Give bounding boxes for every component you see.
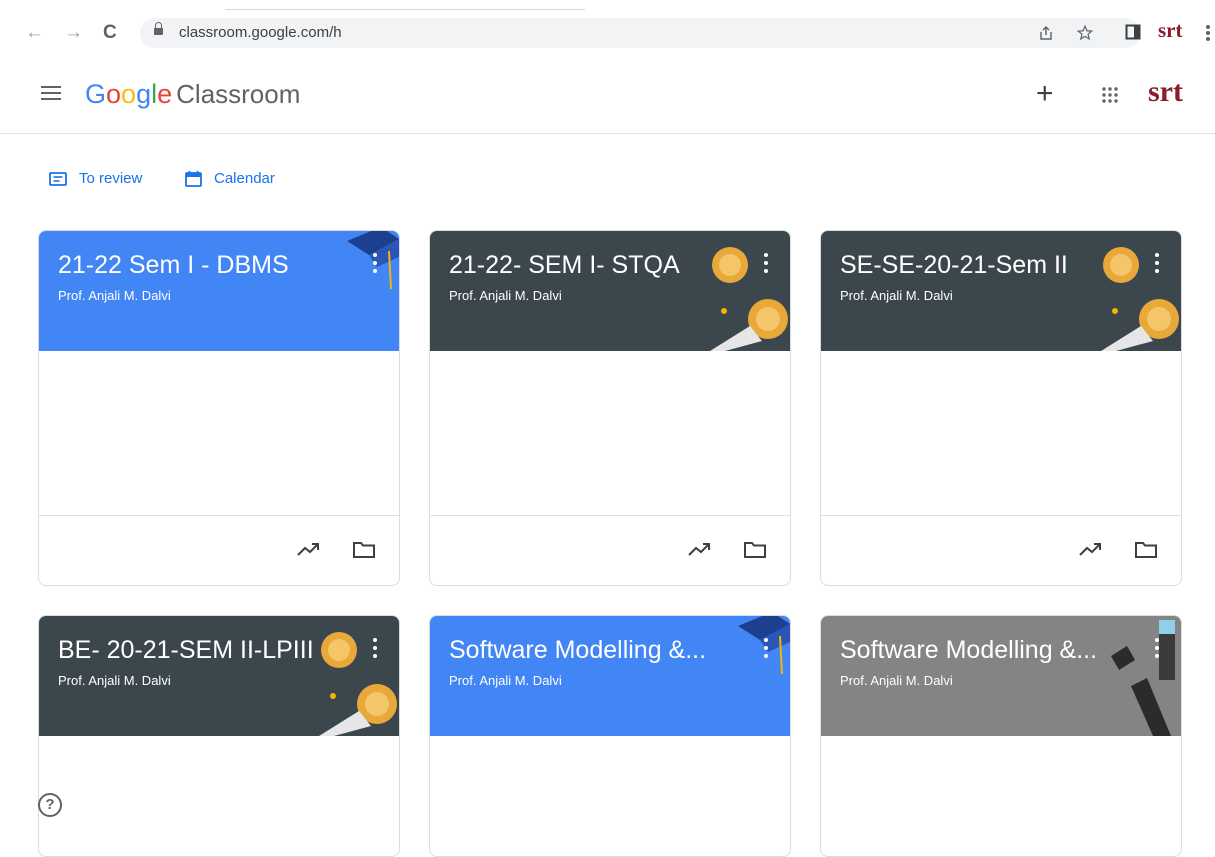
card-footer [39, 515, 399, 585]
trending-up-icon[interactable] [296, 541, 322, 557]
class-banner[interactable]: 21-22 Sem I - DBMS Prof. Anjali M. Dalvi [39, 231, 399, 351]
add-class-icon[interactable]: + [1036, 78, 1054, 110]
more-options-icon[interactable] [1155, 638, 1159, 658]
class-card[interactable]: 21-22- SEM I- STQA Prof. Anjali M. Dalvi [429, 230, 791, 586]
to-review-icon [49, 171, 67, 186]
folder-icon[interactable] [1135, 542, 1157, 558]
class-banner[interactable]: 21-22- SEM I- STQA Prof. Anjali M. Dalvi [430, 231, 790, 351]
calendar-icon [185, 170, 202, 187]
markers-illustration [1111, 620, 1175, 736]
side-panel-icon[interactable] [1125, 24, 1141, 40]
to-review-link[interactable]: To review [49, 170, 142, 187]
class-teacher: Prof. Anjali M. Dalvi [58, 673, 171, 688]
to-review-label: To review [79, 170, 143, 187]
apps-grid-icon[interactable] [1101, 86, 1119, 104]
address-bar[interactable]: classroom.google.com/h [140, 18, 1140, 48]
class-title[interactable]: Software Modelling &... [840, 636, 1097, 665]
share-icon[interactable] [1038, 25, 1054, 41]
trending-up-icon[interactable] [1078, 541, 1104, 557]
class-banner[interactable]: BE- 20-21-SEM II-LPIII Prof. Anjali M. D… [39, 616, 399, 736]
class-title[interactable]: 21-22 Sem I - DBMS [58, 251, 289, 280]
browser-toolbar: ← → C classroom.google.com/h srt [0, 0, 1215, 57]
class-teacher: Prof. Anjali M. Dalvi [449, 288, 562, 303]
bookmark-star-icon[interactable] [1076, 24, 1094, 42]
class-banner[interactable]: Software Modelling &... Prof. Anjali M. … [821, 616, 1181, 736]
reload-icon[interactable]: C [103, 23, 117, 43]
browser-menu-icon[interactable] [1205, 24, 1211, 42]
product-name: Classroom [176, 79, 301, 109]
class-card[interactable]: Software Modelling &... Prof. Anjali M. … [429, 615, 791, 857]
class-card[interactable]: BE- 20-21-SEM II-LPIII Prof. Anjali M. D… [38, 615, 400, 857]
calendar-link[interactable]: Calendar [185, 170, 275, 187]
graduation-cap-illustration [738, 616, 790, 675]
class-teacher: Prof. Anjali M. Dalvi [840, 673, 953, 688]
card-footer [430, 515, 790, 585]
more-options-icon[interactable] [373, 253, 377, 273]
trophy-illustration [1101, 247, 1179, 351]
account-avatar[interactable]: srt [1148, 74, 1183, 110]
class-teacher: Prof. Anjali M. Dalvi [840, 288, 953, 303]
class-title[interactable]: SE-SE-20-21-Sem II [840, 251, 1068, 280]
folder-icon[interactable] [353, 542, 375, 558]
class-title[interactable]: 21-22- SEM I- STQA [449, 251, 680, 280]
help-icon[interactable]: ? [38, 793, 62, 817]
more-options-icon[interactable] [764, 253, 768, 273]
back-icon[interactable]: ← [25, 23, 44, 43]
google-classroom-logo[interactable]: Google Classroom [85, 78, 300, 110]
class-title[interactable]: Software Modelling &... [449, 636, 706, 665]
calendar-label: Calendar [214, 170, 275, 187]
folder-icon[interactable] [744, 542, 766, 558]
more-options-icon[interactable] [373, 638, 377, 658]
class-teacher: Prof. Anjali M. Dalvi [449, 673, 562, 688]
more-options-icon[interactable] [1155, 253, 1159, 273]
class-card[interactable]: Software Modelling &... Prof. Anjali M. … [820, 615, 1182, 857]
trophy-illustration [319, 632, 397, 736]
class-title[interactable]: BE- 20-21-SEM II-LPIII [58, 636, 314, 665]
forward-icon[interactable]: → [64, 23, 83, 43]
trophy-illustration [710, 247, 788, 351]
graduation-cap-illustration [347, 231, 399, 290]
browser-tab-strip [225, 0, 585, 10]
class-card[interactable]: 21-22 Sem I - DBMS Prof. Anjali M. Dalvi [38, 230, 400, 586]
lock-icon [154, 22, 163, 37]
main-menu-icon[interactable] [41, 86, 61, 101]
class-teacher: Prof. Anjali M. Dalvi [58, 288, 171, 303]
card-footer [821, 515, 1181, 585]
class-banner[interactable]: SE-SE-20-21-Sem II Prof. Anjali M. Dalvi [821, 231, 1181, 351]
more-options-icon[interactable] [764, 638, 768, 658]
trending-up-icon[interactable] [687, 541, 713, 557]
profile-avatar[interactable]: srt [1158, 20, 1183, 41]
class-banner[interactable]: Software Modelling &... Prof. Anjali M. … [430, 616, 790, 736]
url-text[interactable]: classroom.google.com/h [179, 24, 342, 41]
class-card[interactable]: SE-SE-20-21-Sem II Prof. Anjali M. Dalvi [820, 230, 1182, 586]
